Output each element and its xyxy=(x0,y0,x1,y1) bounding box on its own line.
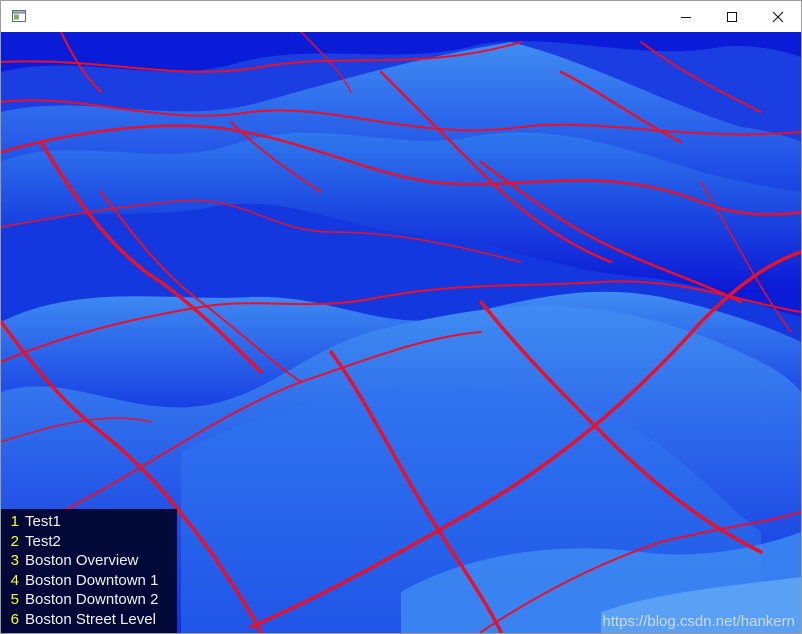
menu-item-key: 4 xyxy=(10,571,19,589)
menu-item-boston-overview[interactable]: 3 Boston Overview xyxy=(1,551,177,571)
camera-preset-menu: 1 Test1 2 Test2 3 Boston Overview 4 Boston D… xyxy=(1,509,177,633)
maximize-button[interactable] xyxy=(709,1,755,32)
menu-item-label: Test1 xyxy=(25,513,61,530)
menu-item-label: Boston Overview xyxy=(25,552,139,570)
menu-item-label: Boston Downtown 1 xyxy=(25,571,159,589)
3d-viewport[interactable]: 1 Test1 2 Test2 3 Boston Overview 4 Boston D… xyxy=(1,32,801,633)
menu-item-label: Test2 xyxy=(25,532,61,550)
title-bar[interactable] xyxy=(1,1,801,32)
menu-item-key: 2 xyxy=(10,532,19,550)
menu-item-boston-street-level[interactable]: 6 Boston Street Level xyxy=(1,610,177,630)
menu-item-key: 6 xyxy=(10,610,19,628)
app-window: 1 Test1 2 Test2 3 Boston Overview 4 Boston D… xyxy=(0,0,802,634)
watermark-text: https://blog.csdn.net/hankern xyxy=(602,613,795,630)
close-button[interactable] xyxy=(755,1,801,32)
menu-item-test1[interactable]: 1 Test1 xyxy=(1,512,177,532)
close-icon xyxy=(772,11,784,22)
maximize-icon xyxy=(727,11,737,22)
menu-item-boston-downtown-1[interactable]: 4 Boston Downtown 1 xyxy=(1,571,177,591)
window-app-icon xyxy=(12,10,26,22)
menu-item-label: Boston Street Level xyxy=(25,610,156,628)
menu-item-key: 5 xyxy=(10,591,19,609)
menu-item-label: Boston Downtown 2 xyxy=(25,591,159,609)
menu-item-key: 3 xyxy=(10,552,19,570)
minimize-icon xyxy=(681,16,691,18)
menu-item-test2[interactable]: 2 Test2 xyxy=(1,532,177,552)
menu-item-key: 1 xyxy=(10,513,19,530)
minimize-button[interactable] xyxy=(663,1,709,32)
menu-item-boston-downtown-2[interactable]: 5 Boston Downtown 2 xyxy=(1,590,177,610)
